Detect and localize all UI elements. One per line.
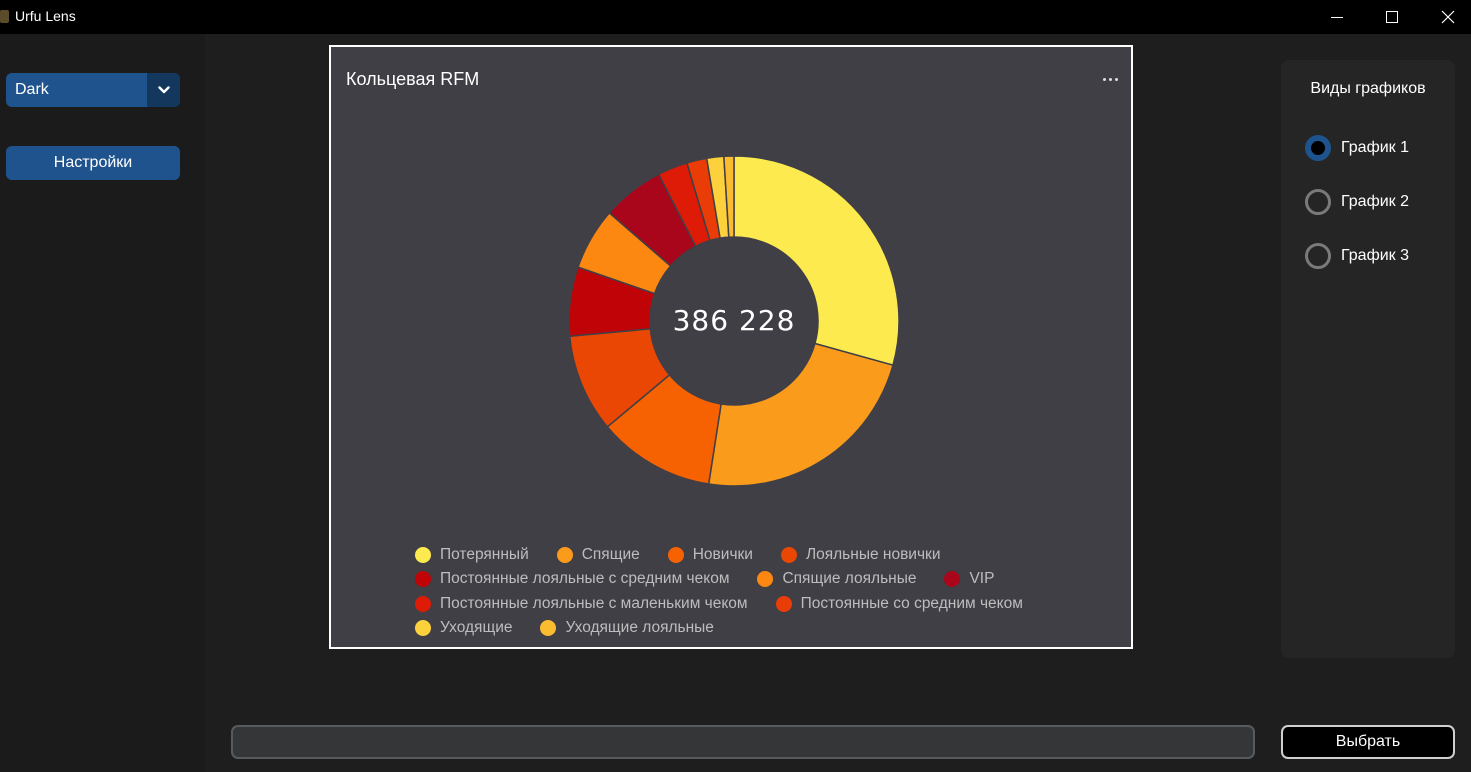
theme-select-value: Dark (15, 81, 49, 98)
legend-label: Уходящие лояльные (565, 619, 714, 636)
maximize-icon (1386, 11, 1398, 23)
legend-marker (415, 596, 431, 612)
settings-button[interactable]: Настройки (6, 146, 180, 180)
radio-label: График 1 (1341, 139, 1410, 156)
select-button[interactable]: Выбрать (1281, 725, 1455, 759)
minimize-button[interactable] (1314, 0, 1360, 34)
radio-chart-3[interactable]: График 3 (1305, 242, 1409, 270)
radio-label: График 2 (1341, 193, 1410, 210)
radio-chart-2[interactable]: График 2 (1305, 188, 1409, 216)
radio-button-icon[interactable] (1305, 189, 1331, 215)
radio-button-icon[interactable] (1305, 135, 1331, 161)
legend-label: Постоянные со средним чеком (800, 595, 1023, 612)
chart-types-panel: Виды графиков График 1 График 2 График 3 (1281, 60, 1455, 658)
legend-item[interactable]: Потерянный (415, 544, 529, 566)
path-input[interactable] (231, 725, 1255, 759)
legend-item[interactable]: VIP (944, 568, 994, 590)
theme-select-arrow[interactable] (147, 73, 180, 107)
legend-label: VIP (969, 570, 995, 587)
legend-marker (415, 620, 431, 636)
radio-chart-1[interactable]: График 1 (1305, 134, 1409, 162)
legend-marker (780, 547, 797, 563)
legend-marker (944, 571, 961, 587)
legend-marker (540, 620, 557, 636)
legend-label: Новички (692, 546, 753, 563)
close-icon (1441, 10, 1455, 24)
legend-item[interactable]: Спящие (556, 544, 640, 566)
app-icon (0, 10, 9, 23)
theme-select[interactable]: Dark (6, 73, 180, 107)
radio-button-icon[interactable] (1305, 243, 1331, 269)
legend-label: Спящие (581, 546, 640, 563)
legend-item[interactable]: Постоянные лояльные с маленьким чеком (415, 593, 748, 615)
close-button[interactable] (1425, 0, 1471, 34)
legend-item[interactable]: Постоянные лояльные с средним чеком (415, 568, 729, 590)
legend-marker (667, 547, 684, 563)
title-bar: Urfu Lens (0, 0, 1471, 34)
chart-legend: Потерянный Спящие Новички Лояльные новички П… (331, 47, 1131, 647)
legend-marker (415, 571, 431, 587)
window-title: Urfu Lens (15, 8, 76, 24)
legend-item[interactable]: Новички (667, 544, 753, 566)
legend-marker (415, 547, 431, 563)
sidebar (0, 34, 205, 772)
chart-types-title: Виды графиков (1310, 80, 1426, 97)
minimize-icon (1331, 16, 1343, 18)
radio-label: График 3 (1341, 247, 1410, 264)
legend-label: Постоянные лояльные с маленьким чеком (440, 595, 748, 612)
legend-item[interactable]: Спящие лояльные (757, 568, 916, 590)
legend-item[interactable]: Постоянные со средним чеком (775, 593, 1023, 615)
legend-item[interactable]: Уходящие лояльные (540, 617, 714, 639)
legend-item[interactable]: Уходящие (415, 617, 512, 639)
maximize-button[interactable] (1369, 0, 1415, 34)
legend-item[interactable]: Лояльные новички (780, 544, 941, 566)
app-window: Urfu Lens Dark Настройки Кольцевая RFM 3… (0, 0, 1471, 772)
chart-panel: Кольцевая RFM 386 228 Потерянный Спящие Но… (329, 45, 1133, 649)
legend-label: Постоянные лояльные с средним чеком (440, 570, 730, 587)
legend-label: Уходящие (440, 619, 513, 636)
legend-marker (775, 596, 792, 612)
legend-marker (757, 571, 774, 587)
legend-label: Спящие лояльные (782, 570, 917, 587)
chevron-down-icon (157, 86, 170, 94)
legend-label: Потерянный (440, 546, 529, 563)
legend-label: Лояльные новички (805, 546, 941, 563)
legend-marker (556, 547, 573, 563)
